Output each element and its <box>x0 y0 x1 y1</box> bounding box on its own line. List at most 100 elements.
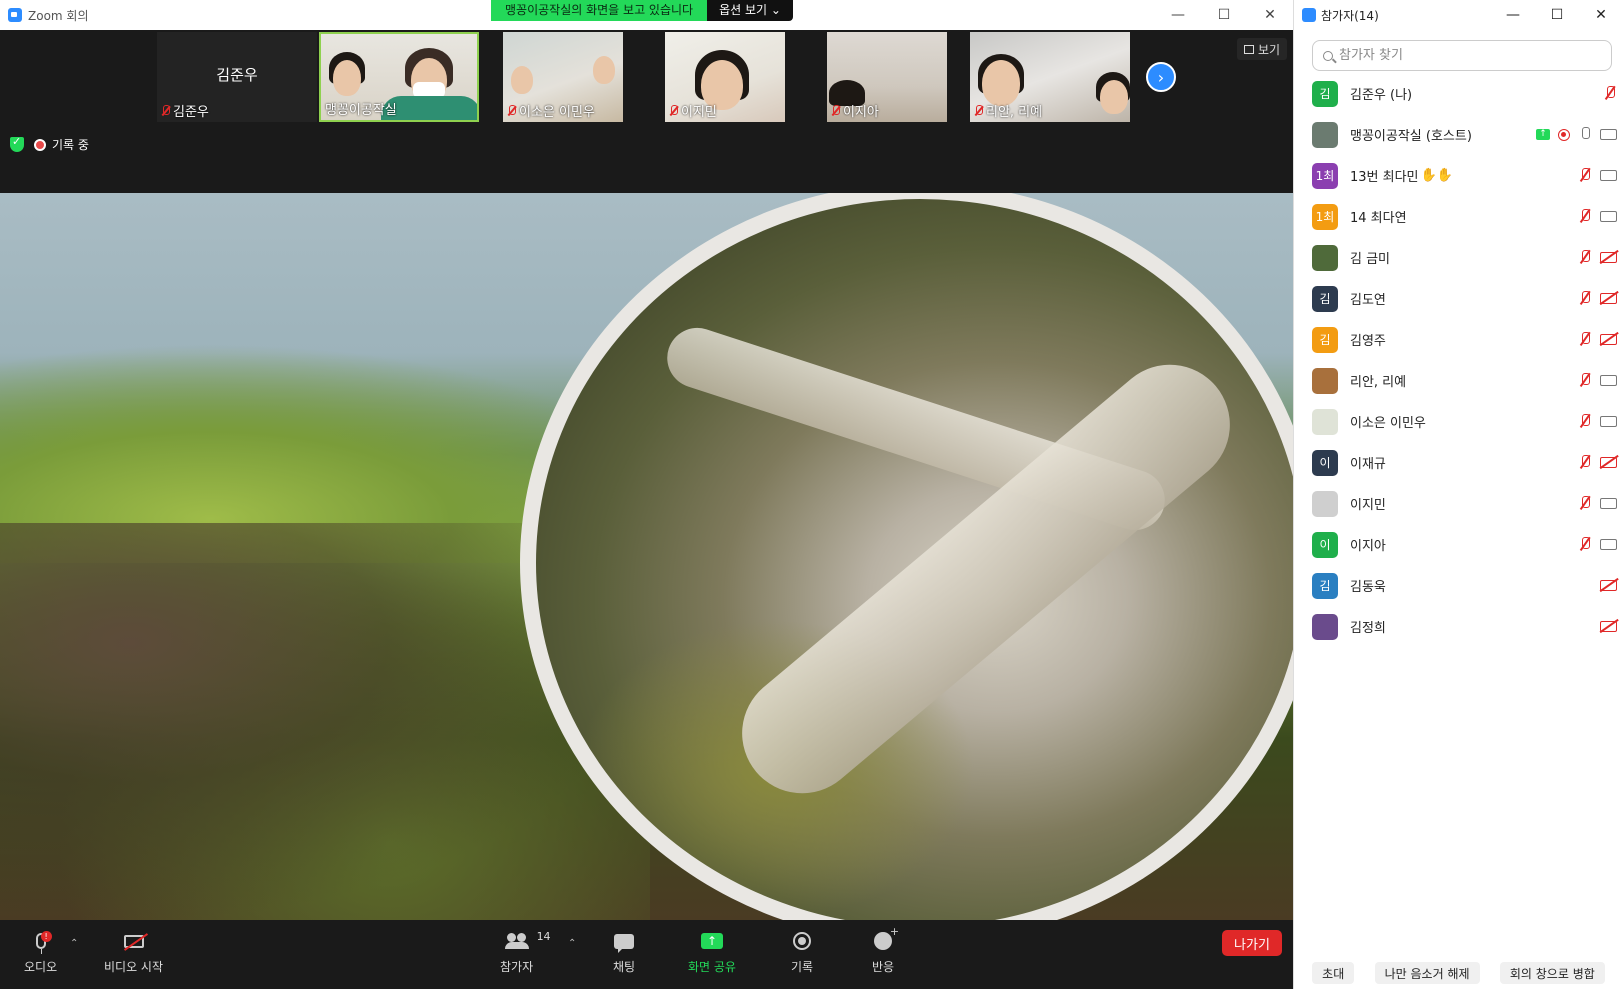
view-button[interactable]: 보기 <box>1237 38 1288 60</box>
participant-row[interactable]: 김 금미 <box>1294 237 1622 278</box>
next-page-button[interactable]: › <box>1146 62 1176 92</box>
unmute-me-button[interactable]: 나만 음소거 해제 <box>1374 962 1480 984</box>
avatar: 김 <box>1312 285 1338 312</box>
participant-row[interactable]: 이 이재규 <box>1294 442 1622 483</box>
person-face <box>593 56 615 84</box>
participant-status-icons <box>1578 291 1617 306</box>
reactions-button[interactable]: 반응 <box>872 925 899 975</box>
video-thumbnail[interactable]: 이지아 <box>827 32 947 122</box>
window-title: Zoom 회의 <box>28 8 89 23</box>
leave-button[interactable]: 나가기 <box>1222 930 1282 956</box>
merge-to-meeting-button[interactable]: 회의 창으로 병합 <box>1499 962 1605 984</box>
start-video-button[interactable]: 비디오 시작 <box>104 930 163 975</box>
participant-row[interactable]: 1최 14 최다연 <box>1294 196 1622 237</box>
avatar: 이 <box>1312 531 1338 558</box>
mic-muted-icon <box>161 104 170 117</box>
recording-icon <box>1558 128 1570 141</box>
participant-row[interactable]: 이지민 <box>1294 483 1622 524</box>
video-camera-icon <box>1600 498 1617 509</box>
participants-button[interactable]: 14 참가자 <box>500 930 551 975</box>
mic-muted-icon <box>1578 373 1592 388</box>
avatar: 이 <box>1312 449 1338 476</box>
participant-row[interactable]: 1최 13번 최다민 ✋✋ <box>1294 155 1622 196</box>
reactions-label: 반응 <box>872 960 895 974</box>
video-thumbnail[interactable]: 김준우 김준우 <box>157 32 317 122</box>
participant-status-icons <box>1578 414 1617 429</box>
share-screen-button[interactable]: ↑ 화면 공유 <box>688 930 736 975</box>
person-face <box>1100 80 1128 114</box>
thumbnail-strip: 김준우 김준우 맹꽁이공작실 이소은 이민우 이지민 이지아 리안, 리예 › … <box>0 30 1293 193</box>
mic-muted-icon <box>1603 86 1617 101</box>
zoom-logo-icon <box>1302 8 1316 22</box>
participants-count: 14 <box>536 930 551 943</box>
thumbnail-name-label: 이지아 <box>831 101 879 120</box>
minimize-button[interactable]: — <box>1491 0 1535 30</box>
avatar <box>1312 613 1338 640</box>
record-button[interactable]: 기록 <box>791 930 813 975</box>
participants-options-caret[interactable]: ⌃ <box>568 938 576 949</box>
video-thumbnail[interactable]: 이소은 이민우 <box>503 32 623 122</box>
video-off-icon <box>1600 457 1617 468</box>
participant-row[interactable]: 이소은 이민우 <box>1294 401 1622 442</box>
audio-options-caret[interactable]: ⌃ <box>70 938 78 949</box>
participants-label: 참가자 <box>500 960 534 974</box>
participant-row[interactable]: 김 김도연 <box>1294 278 1622 319</box>
participant-row[interactable]: 맹꽁이공작실 (호스트) ↑ <box>1294 114 1622 155</box>
share-label: 화면 공유 <box>688 960 736 974</box>
participant-status-icons <box>1578 373 1617 388</box>
maximize-button[interactable]: ☐ <box>1535 0 1579 30</box>
video-camera-icon <box>1600 211 1617 222</box>
recording-label: 기록 중 <box>52 138 89 152</box>
mic-muted-icon <box>1578 414 1592 429</box>
participant-name: 김동욱 <box>1350 580 1386 595</box>
maximize-button[interactable]: ☐ <box>1201 0 1247 30</box>
video-thumbnail[interactable]: 맹꽁이공작실 <box>319 32 479 122</box>
participant-name: 이지민 <box>1350 498 1386 513</box>
video-thumbnail[interactable]: 리안, 리예 <box>970 32 1130 122</box>
video-off-icon <box>1600 580 1617 591</box>
shield-check-icon[interactable] <box>10 135 24 152</box>
video-off-icon <box>1600 252 1617 263</box>
thumbnail-name-label: 이지민 <box>669 101 717 120</box>
video-camera-icon <box>1600 129 1617 140</box>
raised-hand-icon: ✋✋ <box>1420 168 1453 183</box>
thumbnail-name-label: 김준우 <box>161 101 209 120</box>
participant-row[interactable]: 김 김동욱 <box>1294 565 1622 606</box>
close-button[interactable]: ✕ <box>1579 0 1622 30</box>
thumbnail-name: 이소은 이민우 <box>519 105 595 120</box>
view-options-button[interactable]: 옵션 보기 ⌄ <box>707 0 793 21</box>
invite-button[interactable]: 초대 <box>1312 962 1355 984</box>
chat-button[interactable]: 채팅 <box>613 930 635 975</box>
microphone-icon <box>1578 127 1592 142</box>
search-input[interactable] <box>1339 48 1589 63</box>
video-thumbnail[interactable]: 이지민 <box>665 32 785 122</box>
participant-name: 김준우 (나) <box>1350 88 1413 103</box>
person-face <box>511 66 533 94</box>
audio-button[interactable]: ! 오디오 <box>24 930 57 975</box>
participant-status-icons <box>1578 168 1617 183</box>
minimize-button[interactable]: — <box>1155 0 1201 30</box>
record-icon <box>793 932 812 950</box>
video-label: 비디오 시작 <box>104 960 164 974</box>
participant-search <box>1312 40 1612 71</box>
close-button[interactable]: ✕ <box>1247 0 1293 30</box>
avatar <box>1312 490 1338 517</box>
avatar: 1최 <box>1312 162 1338 189</box>
mic-muted-icon <box>974 104 983 117</box>
avatar: 1최 <box>1312 203 1338 230</box>
participant-row[interactable]: 이 이지아 <box>1294 524 1622 565</box>
status-row: 기록 중 <box>10 135 89 153</box>
person-face <box>982 60 1020 106</box>
reaction-icon <box>874 925 899 950</box>
video-camera-icon <box>1600 375 1617 386</box>
participant-row[interactable]: 리안, 리예 <box>1294 360 1622 401</box>
participant-name: 김 금미 <box>1350 252 1391 267</box>
avatar: 김 <box>1312 572 1338 599</box>
participant-name: 14 최다연 <box>1350 211 1407 226</box>
participant-row[interactable]: 김정희 <box>1294 606 1622 647</box>
panel-title-bar: 참가자(14) — ☐ ✕ <box>1294 0 1622 30</box>
participant-row[interactable]: 김 김준우 (나) <box>1294 73 1622 114</box>
avatar <box>1312 408 1338 435</box>
participant-status-icons <box>1578 496 1617 511</box>
participant-row[interactable]: 김 김영주 <box>1294 319 1622 360</box>
